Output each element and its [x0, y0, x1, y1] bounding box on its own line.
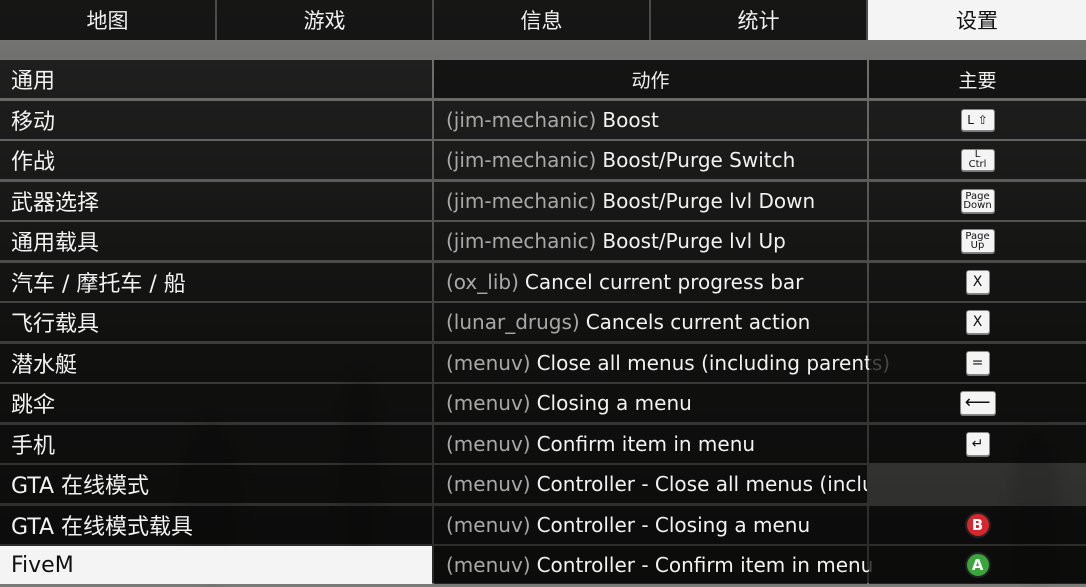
action-name: Boost — [602, 107, 659, 132]
key-cell[interactable]: ↵ — [869, 424, 1086, 463]
action-name: Cancel current progress bar — [524, 269, 804, 294]
binding-row[interactable]: (menuv) Confirm item in menu — [434, 424, 867, 463]
binding-row[interactable]: (menuv) Controller - Confirm item in menu — [434, 546, 873, 584]
x-key-icon: X — [965, 310, 990, 334]
controller-b-button-icon: B — [964, 511, 991, 538]
controller-a-button-icon: A — [964, 552, 991, 578]
key-cell[interactable]: Page Up — [869, 222, 1086, 260]
category-movement[interactable]: 移动 — [0, 100, 432, 139]
key-cell[interactable]: X — [869, 303, 1086, 341]
resource-name: (jim-mechanic) — [446, 148, 597, 172]
key-cell[interactable]: L Ctrl — [869, 141, 1086, 179]
resource-name: (menuv) — [446, 472, 531, 496]
resource-name: (menuv) — [446, 512, 531, 537]
binding-row[interactable]: (menuv) Controller - Close all menus (inc… — [434, 465, 867, 503]
binding-row[interactable]: (menuv) Closing a menu — [434, 384, 867, 422]
key-cell[interactable]: ⟵ — [869, 384, 1086, 422]
key-cell[interactable]: Page Down — [869, 181, 1086, 220]
action-header: 动作 — [434, 60, 867, 98]
top-tab-bar: 地图 游戏 信息 统计 设置 — [0, 0, 1086, 40]
equals-key-icon: = — [965, 350, 990, 375]
resource-name: (menuv) — [446, 431, 531, 456]
backspace-key-icon: ⟵ — [959, 391, 996, 415]
category-general[interactable]: 通用 — [0, 60, 432, 98]
resource-name: (menuv) — [446, 391, 531, 415]
keybind-category-list: 通用 移动 作战 武器选择 通用载具 汽车 / 摩托车 / 船 飞行载具 潜水艇… — [0, 60, 432, 587]
binding-row[interactable]: (jim-mechanic) Boost — [434, 100, 867, 139]
action-name: Confirm item in menu — [536, 431, 756, 456]
key-cell-empty[interactable] — [869, 465, 1086, 503]
enter-key-icon: ↵ — [965, 431, 990, 456]
binding-row[interactable]: (menuv) Controller - Closing a menu — [434, 505, 867, 544]
resource-name: (menuv) — [446, 553, 531, 577]
action-name: Cancels current action — [585, 310, 811, 334]
binding-row[interactable]: (jim-mechanic) Boost/Purge lvl Down — [434, 181, 867, 220]
tab-map[interactable]: 地图 — [0, 0, 217, 40]
action-name: Controller - Confirm item in menu — [536, 553, 874, 577]
key-cell[interactable]: X — [869, 262, 1086, 301]
category-aircraft[interactable]: 飞行载具 — [0, 303, 432, 341]
tab-stats[interactable]: 统计 — [651, 0, 868, 40]
tab-game[interactable]: 游戏 — [217, 0, 434, 40]
primary-key-column: 主要 L ⇧ L Ctrl Page Down Page Up X X = ⟵ … — [869, 60, 1086, 587]
binding-row[interactable]: (ox_lib) Cancel current progress bar — [434, 262, 867, 301]
category-vehicle-general[interactable]: 通用载具 — [0, 222, 432, 260]
binding-row[interactable]: (lunar_drugs) Cancels current action — [434, 303, 867, 341]
key-cell[interactable]: A — [869, 546, 1086, 584]
category-combat[interactable]: 作战 — [0, 141, 432, 179]
left-shift-key-icon: L ⇧ — [960, 108, 995, 131]
action-name: Boost/Purge lvl Up — [602, 229, 786, 253]
key-cell[interactable]: B — [869, 505, 1086, 544]
action-name: Boost/Purge lvl Down — [602, 188, 816, 213]
x-key-icon: X — [965, 269, 990, 294]
action-name: Boost/Purge Switch — [602, 148, 796, 172]
binding-row[interactable]: (jim-mechanic) Boost/Purge Switch — [434, 141, 867, 179]
category-weapon-select[interactable]: 武器选择 — [0, 181, 432, 220]
resource-name: (menuv) — [446, 350, 531, 375]
primary-header: 主要 — [869, 60, 1086, 98]
resource-name: (ox_lib) — [446, 269, 519, 294]
category-gta-online[interactable]: GTA 在线模式 — [0, 465, 432, 503]
page-down-key-icon: Page Down — [960, 188, 995, 213]
binding-row[interactable]: (menuv) Close all menus (including parent… — [434, 343, 890, 382]
action-name: Closing a menu — [536, 391, 692, 415]
key-cell[interactable]: = — [869, 343, 1086, 382]
resource-name: (jim-mechanic) — [446, 188, 597, 213]
tab-settings[interactable]: 设置 — [868, 0, 1086, 40]
category-parachute[interactable]: 跳伞 — [0, 384, 432, 422]
resource-name: (jim-mechanic) — [446, 229, 597, 253]
resource-name: (lunar_drugs) — [446, 310, 580, 334]
page-up-key-icon: Page Up — [960, 229, 995, 253]
binding-row[interactable]: (jim-mechanic) Boost/Purge lvl Up — [434, 222, 867, 260]
category-phone[interactable]: 手机 — [0, 424, 432, 463]
key-cell[interactable]: L ⇧ — [869, 100, 1086, 139]
category-fivem[interactable]: FiveM — [0, 546, 432, 584]
left-ctrl-key-icon: L Ctrl — [960, 149, 995, 171]
category-submarine[interactable]: 潜水艇 — [0, 343, 432, 382]
action-name: Controller - Close all menus (including … — [536, 472, 867, 496]
category-car-bike-boat[interactable]: 汽车 / 摩托车 / 船 — [0, 262, 432, 301]
tab-info[interactable]: 信息 — [434, 0, 651, 40]
category-gta-online-vehicle[interactable]: GTA 在线模式载具 — [0, 505, 432, 544]
action-name: Close all menus (including parents) — [536, 350, 891, 375]
resource-name: (jim-mechanic) — [446, 107, 597, 132]
action-column: 动作 (jim-mechanic) Boost (jim-mechanic) Boo… — [434, 60, 890, 587]
action-name: Controller - Closing a menu — [536, 512, 811, 537]
